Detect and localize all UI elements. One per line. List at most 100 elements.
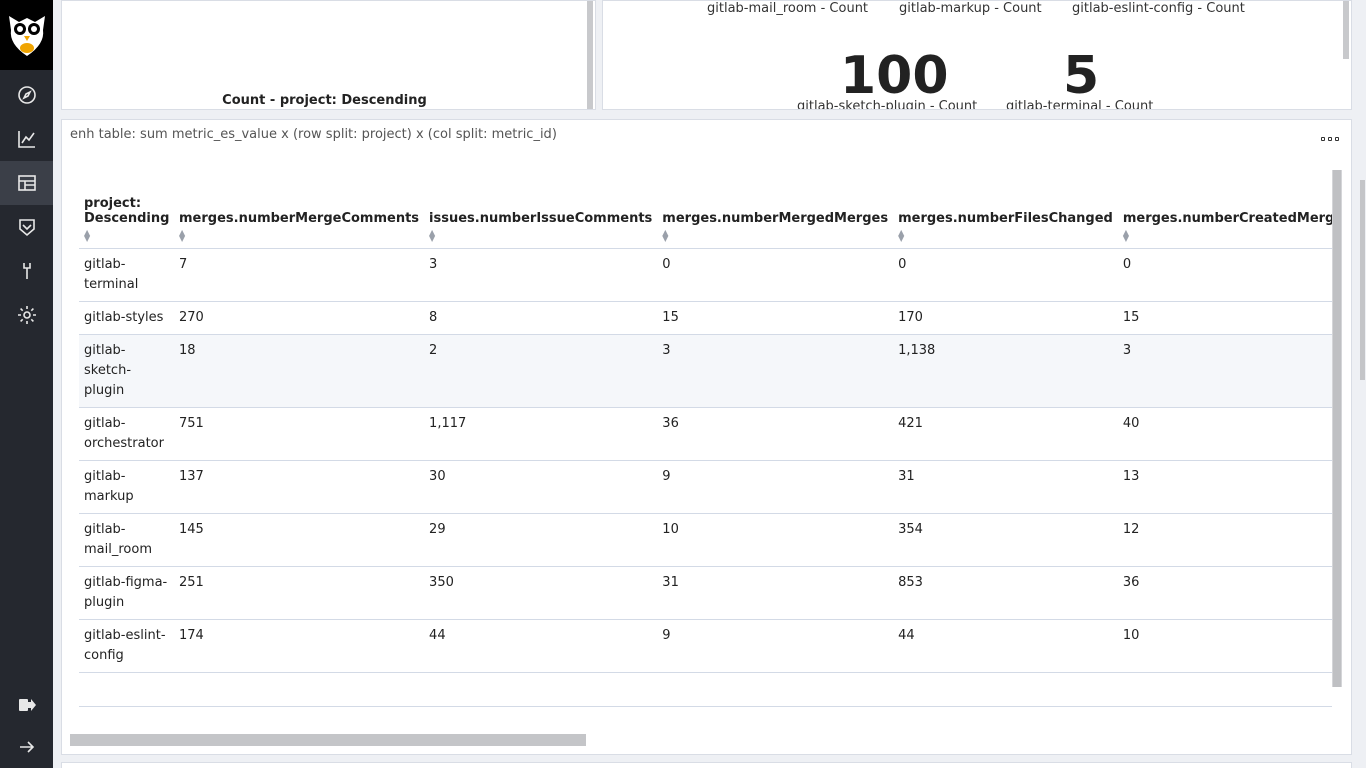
value-cell: 3 <box>1117 334 1332 408</box>
value-cell: 9 <box>657 460 894 514</box>
metric-label: gitlab-terminal - Count <box>1006 99 1154 110</box>
next-panel <box>61 762 1352 768</box>
sort-icon[interactable]: ▲ ▼ <box>84 228 169 242</box>
sort-icon[interactable]: ▲ ▼ <box>662 228 888 242</box>
table-row: gitlab-mail_room1452910354125 <box>79 513 1332 567</box>
project-cell: gitlab-figma-plugin <box>79 566 174 620</box>
value-cell: 751 <box>174 407 425 461</box>
value-cell: 0 <box>657 248 894 302</box>
metric-label: gitlab-mail_room - Count <box>707 1 869 16</box>
project-cell: gitlab-markup <box>79 460 174 514</box>
value-cell: 354 <box>893 513 1118 567</box>
value-cell: 36 <box>1117 566 1332 620</box>
panel-scrollbar[interactable] <box>1343 1 1349 59</box>
value-cell: 137 <box>174 460 425 514</box>
owl-logo-icon[interactable] <box>0 0 53 70</box>
table-row: gitlab-figma-plugin251350318533631 <box>79 566 1332 620</box>
tagcloud-panel: Count - project: Descending <box>61 0 596 110</box>
value-cell: 0 <box>893 248 1118 302</box>
sort-icon[interactable]: ▲ ▼ <box>898 228 1113 242</box>
metrics-panel: gitlab-mail_room - Count gitlab-markup -… <box>602 0 1352 110</box>
value-cell: 1,138 <box>893 334 1118 408</box>
column-header-label: project: Descending <box>84 195 170 226</box>
project-cell: gitlab-orchestrator <box>79 407 174 461</box>
value-cell: 174 <box>174 619 425 673</box>
value-cell: 36 <box>657 407 894 461</box>
project-cell: gitlab-sketch-plugin <box>79 334 174 408</box>
column-header[interactable]: merges.numberFilesChanged ▲ ▼ <box>893 170 1118 249</box>
value-cell: 40 <box>1117 407 1332 461</box>
gear-icon[interactable] <box>0 293 53 337</box>
column-header-label: merges.numberMergedMerges <box>662 210 889 226</box>
table-scroll-area: project: Descending ▲ ▼ merges.numberMergeC… <box>79 170 1332 705</box>
page-scrollbar[interactable] <box>1360 180 1365 380</box>
compass-icon[interactable] <box>0 73 53 117</box>
table-row: gitlab-eslint-config17444944104 <box>79 619 1332 673</box>
table-row: gitlab-orchestrator7511,1173642140109 <box>79 407 1332 461</box>
value-cell: 8 <box>424 301 658 335</box>
table-row: gitlab-sketch-plugin18231,13833 <box>79 334 1332 408</box>
value-cell: 10 <box>1117 619 1332 673</box>
metric-value: 5 <box>1063 46 1100 106</box>
project-cell: gitlab-styles <box>79 301 174 335</box>
column-header-label: issues.numberIssueComments <box>429 210 653 226</box>
table-row: gitlab-styles270815170151 <box>79 301 1332 335</box>
value-cell: 29 <box>424 513 658 567</box>
panel-title: enh table: sum metric_es_value x (row sp… <box>70 127 557 142</box>
column-header[interactable]: merges.numberCreatedMerges ▲ ▼ <box>1117 170 1332 249</box>
panel-scrollbar[interactable] <box>587 1 593 109</box>
value-cell: 7 <box>174 248 425 302</box>
table-horizontal-scrollbar[interactable] <box>70 734 586 746</box>
sort-icon[interactable]: ▲ ▼ <box>429 228 652 242</box>
enh-table-panel: enh table: sum metric_es_value x (row sp… <box>61 119 1352 755</box>
sort-icon[interactable]: ▲ ▼ <box>1123 228 1332 242</box>
value-cell: 18 <box>174 334 425 408</box>
value-cell: 31 <box>893 460 1118 514</box>
value-cell: 30 <box>424 460 658 514</box>
column-header-project[interactable]: project: Descending ▲ ▼ <box>79 170 174 249</box>
value-cell: 31 <box>657 566 894 620</box>
value-cell: 12 <box>1117 513 1332 567</box>
column-header-label: merges.numberMergeComments <box>179 210 420 226</box>
tagcloud-caption: Count - project: Descending <box>222 93 427 108</box>
wrench-icon[interactable] <box>0 249 53 293</box>
column-header-label: merges.numberFilesChanged <box>898 210 1113 226</box>
project-cell: gitlab-eslint-config <box>79 619 174 673</box>
dashboard-icon[interactable] <box>0 161 53 205</box>
value-cell: 3 <box>424 248 658 302</box>
data-table: project: Descending ▲ ▼ merges.numberMergeC… <box>79 170 1332 673</box>
value-cell: 170 <box>893 301 1118 335</box>
shield-icon[interactable] <box>0 205 53 249</box>
value-cell: 2 <box>424 334 658 408</box>
value-cell: 15 <box>1117 301 1332 335</box>
panel-options-button[interactable] <box>1321 134 1339 144</box>
value-cell: 853 <box>893 566 1118 620</box>
chart-icon[interactable] <box>0 117 53 161</box>
column-header[interactable]: merges.numberMergedMerges ▲ ▼ <box>657 170 894 249</box>
metric-label: gitlab-sketch-plugin - Count <box>797 99 978 110</box>
sort-icon[interactable]: ▲ ▼ <box>179 228 419 242</box>
arrow-right-icon[interactable] <box>0 725 53 768</box>
value-cell: 9 <box>657 619 894 673</box>
divider <box>79 706 1332 707</box>
value-cell: 44 <box>424 619 658 673</box>
column-header[interactable]: issues.numberIssueComments ▲ ▼ <box>424 170 658 249</box>
value-cell: 3 <box>657 334 894 408</box>
logout-icon[interactable] <box>0 683 53 727</box>
project-cell: gitlab-terminal <box>79 248 174 302</box>
column-header[interactable]: merges.numberMergeComments ▲ ▼ <box>174 170 425 249</box>
value-cell: 145 <box>174 513 425 567</box>
side-nav <box>0 0 53 768</box>
metric-label: gitlab-markup - Count <box>899 1 1042 16</box>
value-cell: 270 <box>174 301 425 335</box>
table-row: gitlab-markup13730931137 <box>79 460 1332 514</box>
value-cell: 251 <box>174 566 425 620</box>
value-cell: 421 <box>893 407 1118 461</box>
table-row: gitlab-terminal730000 <box>79 248 1332 302</box>
value-cell: 0 <box>1117 248 1332 302</box>
metric-value: 100 <box>840 46 949 106</box>
project-cell: gitlab-mail_room <box>79 513 174 567</box>
table-vertical-scrollbar[interactable] <box>1332 170 1342 687</box>
column-header-label: merges.numberCreatedMerges <box>1122 210 1332 226</box>
value-cell: 350 <box>424 566 658 620</box>
